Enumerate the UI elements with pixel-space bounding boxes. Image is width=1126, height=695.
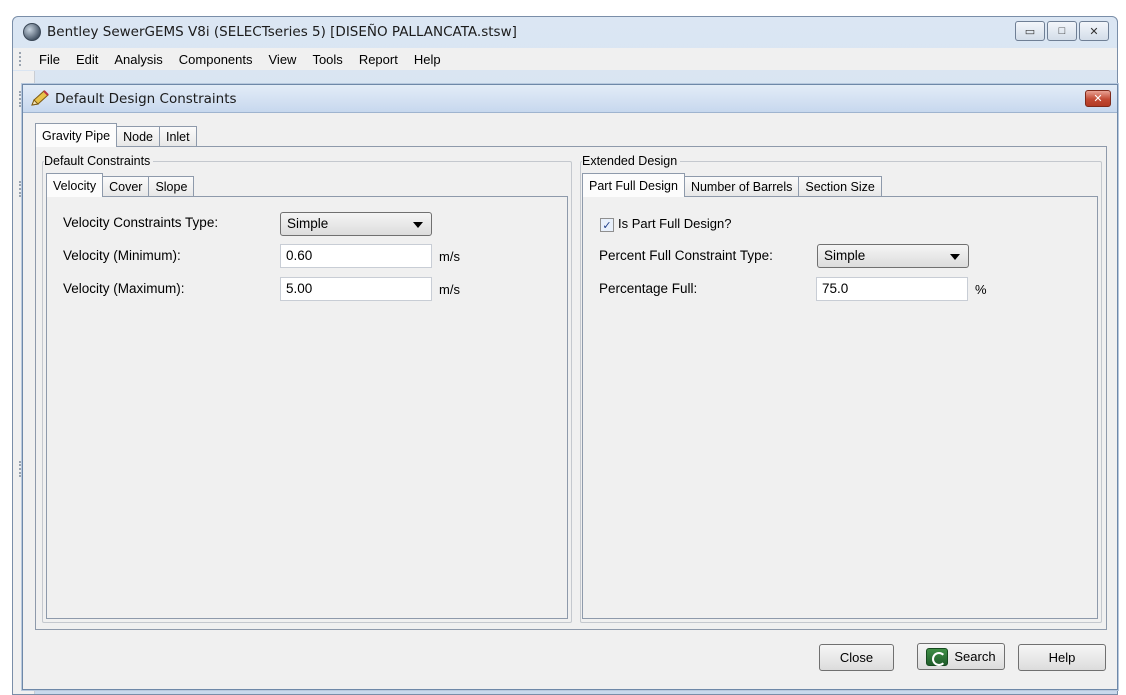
menu-view[interactable]: View: [261, 52, 305, 67]
search-button[interactable]: Search: [917, 643, 1005, 670]
velocity-type-dropdown[interactable]: Simple: [280, 212, 432, 236]
percentage-full-input[interactable]: 75.0: [816, 277, 968, 301]
percentage-full-unit: %: [975, 282, 987, 297]
extended-tabstrip: Part Full Design Number of Barrels Secti…: [582, 173, 882, 197]
percent-full-type-dropdown[interactable]: Simple: [817, 244, 969, 268]
tab-number-of-barrels[interactable]: Number of Barrels: [683, 176, 800, 197]
menu-edit[interactable]: Edit: [68, 52, 106, 67]
dialog-title: Default Design Constraints: [55, 90, 237, 107]
menu-bar: File Edit Analysis Components View Tools…: [13, 48, 1117, 70]
velocity-type-label: Velocity Constraints Type:: [63, 215, 219, 230]
menu-report[interactable]: Report: [351, 52, 406, 67]
menu-help[interactable]: Help: [406, 52, 449, 67]
velocity-max-unit: m/s: [439, 282, 460, 297]
percentage-full-label: Percentage Full:: [599, 281, 698, 296]
velocity-min-input[interactable]: 0.60: [280, 244, 432, 268]
menu-grip-icon: [19, 52, 23, 66]
app-titlebar: Bentley SewerGEMS V8i (SELECTseries 5) […: [13, 17, 1117, 47]
tab-slope[interactable]: Slope: [148, 176, 195, 197]
velocity-type-value: Simple: [287, 216, 329, 231]
window-close-button[interactable]: ✕: [1079, 21, 1109, 41]
gravity-pipe-panel: Default Constraints Velocity Cover Slope…: [35, 146, 1107, 630]
dialog-titlebar[interactable]: Default Design Constraints ✕: [23, 85, 1117, 113]
velocity-min-unit: m/s: [439, 249, 460, 264]
dialog-close-icon[interactable]: ✕: [1085, 90, 1111, 107]
menu-analysis[interactable]: Analysis: [106, 52, 170, 67]
top-tabstrip: Gravity Pipe Node Inlet: [35, 123, 197, 147]
velocity-panel: Velocity Constraints Type: Simple Veloci…: [46, 196, 568, 619]
velocity-min-label: Velocity (Minimum):: [63, 248, 181, 263]
pencil-icon: [31, 89, 49, 106]
tab-velocity[interactable]: Velocity: [46, 173, 104, 197]
chevron-down-icon: [413, 222, 423, 228]
default-constraints-label: Default Constraints: [44, 154, 154, 168]
velocity-max-input[interactable]: 5.00: [280, 277, 432, 301]
chevron-down-icon: [950, 254, 960, 260]
extended-design-label: Extended Design: [582, 154, 681, 168]
menu-tools[interactable]: Tools: [304, 52, 350, 67]
tab-gravity-pipe[interactable]: Gravity Pipe: [35, 123, 118, 147]
app-logo-icon: [23, 23, 41, 41]
menu-components[interactable]: Components: [171, 52, 261, 67]
part-full-checkbox-label: Is Part Full Design?: [618, 216, 732, 231]
tab-part-full-design[interactable]: Part Full Design: [582, 173, 685, 197]
minimize-button[interactable]: ▭: [1015, 21, 1045, 41]
part-full-checkbox[interactable]: ✓: [600, 218, 614, 232]
design-constraints-dialog: Default Design Constraints ✕ Gravity Pip…: [22, 84, 1118, 690]
help-button[interactable]: Help: [1018, 644, 1106, 671]
tab-inlet[interactable]: Inlet: [158, 126, 197, 147]
velocity-max-label: Velocity (Maximum):: [63, 281, 185, 296]
tab-node[interactable]: Node: [116, 126, 160, 147]
menu-file[interactable]: File: [31, 52, 68, 67]
tab-section-size[interactable]: Section Size: [798, 176, 882, 197]
constraints-tabstrip: Velocity Cover Slope: [46, 173, 195, 197]
search-button-label: Search: [954, 649, 996, 664]
search-icon: [926, 647, 949, 666]
percent-full-type-value: Simple: [824, 248, 866, 263]
window-controls: ▭ □ ✕: [1015, 21, 1109, 41]
tab-cover[interactable]: Cover: [102, 176, 150, 197]
part-full-design-panel: ✓ Is Part Full Design? Percent Full Cons…: [582, 196, 1098, 619]
app-title: Bentley SewerGEMS V8i (SELECTseries 5) […: [47, 24, 517, 40]
close-button[interactable]: Close: [819, 644, 894, 671]
maximize-button[interactable]: □: [1047, 21, 1077, 41]
percent-full-type-label: Percent Full Constraint Type:: [599, 248, 773, 263]
